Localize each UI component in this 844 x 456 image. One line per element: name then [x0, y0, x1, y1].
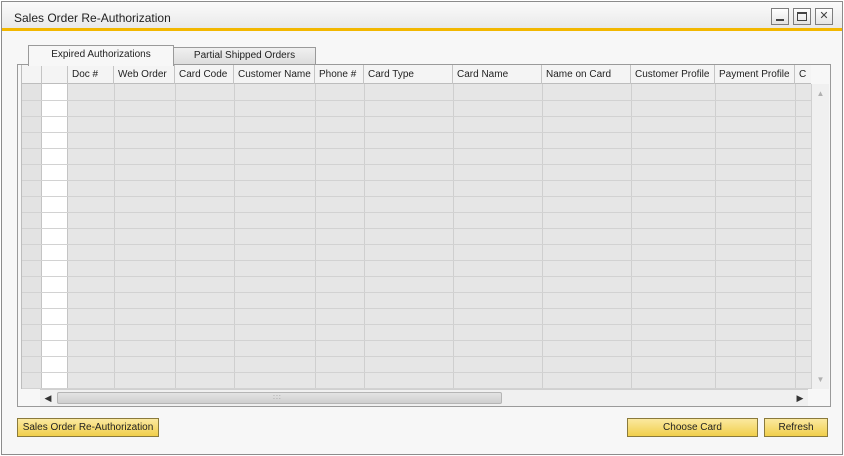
- row-divider: [22, 244, 811, 245]
- row-divider: [22, 164, 811, 165]
- tab-panel: Doc # Web Order Card Code Customer Name …: [17, 64, 831, 407]
- horizontal-scrollbar[interactable]: ◀ ::: ▶: [40, 389, 808, 406]
- row-divider: [22, 180, 811, 181]
- column-divider: [631, 84, 632, 389]
- row-divider: [22, 148, 811, 149]
- tab-label: Partial Shipped Orders: [193, 50, 296, 61]
- tab-partial-shipped-orders[interactable]: Partial Shipped Orders: [173, 47, 316, 65]
- close-icon: ✕: [819, 10, 829, 22]
- row-divider: [22, 196, 811, 197]
- row-divider: [22, 372, 811, 373]
- row-selector-column[interactable]: [22, 84, 42, 389]
- row-divider: [22, 132, 811, 133]
- column-header-payment-profile[interactable]: Payment Profile: [715, 65, 795, 84]
- sales-order-reauthorization-button[interactable]: Sales Order Re-Authorization: [17, 418, 159, 437]
- column-divider: [795, 84, 796, 389]
- vertical-scrollbar[interactable]: ▲ ▼: [811, 84, 829, 389]
- tab-expired-authorizations[interactable]: Expired Authorizations: [28, 45, 174, 66]
- column-header-name-on-card[interactable]: Name on Card: [542, 65, 631, 84]
- column-divider: [542, 84, 543, 389]
- column-header-card-name[interactable]: Card Name: [453, 65, 542, 84]
- row-divider: [22, 228, 811, 229]
- horizontal-scroll-thumb[interactable]: :::: [57, 392, 502, 404]
- column-header-customer-name[interactable]: Customer Name: [234, 65, 315, 84]
- window-title: Sales Order Re-Authorization: [14, 11, 171, 25]
- column-header-customer-profile[interactable]: Customer Profile: [631, 65, 715, 84]
- tab-label: Expired Authorizations: [51, 49, 151, 60]
- minimize-button[interactable]: [771, 8, 789, 25]
- row-divider: [22, 260, 811, 261]
- row-divider: [22, 340, 811, 341]
- minimize-icon: [776, 19, 784, 21]
- row-divider: [22, 308, 811, 309]
- scroll-up-icon[interactable]: ▲: [815, 88, 826, 99]
- row-selector-header[interactable]: [22, 65, 42, 84]
- column-header-doc[interactable]: Doc #: [68, 65, 114, 84]
- column-divider: [364, 84, 365, 389]
- row-divider: [22, 212, 811, 213]
- choose-card-button[interactable]: Choose Card: [627, 418, 758, 437]
- sales-order-reauth-window: Sales Order Re-Authorization ✕ Expired A…: [1, 1, 843, 455]
- column-header-card-type[interactable]: Card Type: [364, 65, 453, 84]
- orders-grid: Doc # Web Order Card Code Customer Name …: [21, 65, 811, 389]
- refresh-button[interactable]: Refresh: [764, 418, 828, 437]
- close-button[interactable]: ✕: [815, 8, 833, 25]
- blank-column-header[interactable]: [42, 65, 68, 84]
- row-divider: [22, 276, 811, 277]
- maximize-icon: [797, 12, 807, 21]
- scroll-left-icon[interactable]: ◀: [42, 392, 54, 404]
- column-divider: [453, 84, 454, 389]
- column-divider: [114, 84, 115, 389]
- grid-body: [22, 84, 811, 389]
- column-divider: [315, 84, 316, 389]
- column-header-phone[interactable]: Phone #: [315, 65, 364, 84]
- row-divider: [22, 292, 811, 293]
- column-divider: [175, 84, 176, 389]
- title-bar: Sales Order Re-Authorization ✕: [2, 2, 842, 31]
- column-divider: [234, 84, 235, 389]
- row-divider: [22, 100, 811, 101]
- blank-column: [42, 84, 68, 389]
- row-divider: [22, 116, 811, 117]
- column-divider: [715, 84, 716, 389]
- scroll-right-icon[interactable]: ▶: [794, 392, 806, 404]
- row-divider: [22, 356, 811, 357]
- scroll-down-icon[interactable]: ▼: [815, 374, 826, 385]
- column-header-card-code[interactable]: Card Code: [175, 65, 234, 84]
- column-header-web-order[interactable]: Web Order: [114, 65, 175, 84]
- grip-icon: :::: [273, 394, 282, 401]
- grid-header: Doc # Web Order Card Code Customer Name …: [22, 65, 811, 84]
- maximize-button[interactable]: [793, 8, 811, 25]
- column-header-truncated[interactable]: C: [795, 65, 811, 84]
- row-divider: [22, 324, 811, 325]
